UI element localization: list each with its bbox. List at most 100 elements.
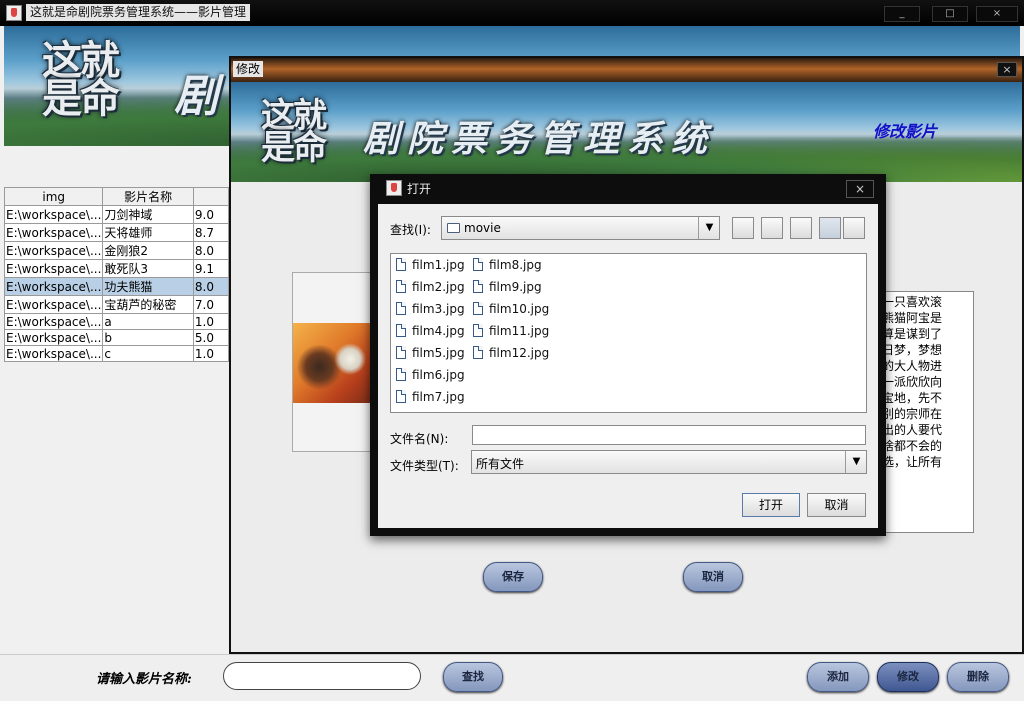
file-item[interactable]: film3.jpg <box>396 300 465 318</box>
edit-button[interactable]: 修改 <box>877 662 939 692</box>
cell-img[interactable]: E:\workspace\... <box>3 295 104 314</box>
cell-img[interactable]: E:\workspace\... <box>3 329 104 346</box>
cell-score[interactable]: 7.0 <box>192 295 230 314</box>
table-row[interactable]: E:\workspace\... a 1.0 <box>3 313 230 330</box>
main-titlebar: 这就是命剧院票务管理系统——影片管理 _ □ × <box>0 0 1024 26</box>
cell-img[interactable]: E:\workspace\... <box>3 241 104 260</box>
cell-score[interactable]: 9.1 <box>192 259 230 278</box>
java-icon <box>6 5 22 21</box>
file-item[interactable]: film9.jpg <box>473 278 542 296</box>
banner-title-char: 剧 <box>174 71 226 122</box>
file-icon <box>473 346 483 359</box>
file-list[interactable]: film1.jpg film2.jpg film3.jpg film4.jpg film… <box>390 253 867 413</box>
cell-img[interactable]: E:\workspace\... <box>3 277 104 296</box>
java-icon <box>386 180 402 196</box>
open-dialog-close-button[interactable]: × <box>846 180 874 198</box>
edit-banner-title: 剧院票务管理系统 <box>363 118 716 160</box>
close-button[interactable]: × <box>976 6 1018 22</box>
list-view-icon[interactable] <box>819 217 841 239</box>
up-folder-icon[interactable] <box>732 217 754 239</box>
lookin-combo[interactable]: movie ▼ <box>441 216 720 240</box>
cell-name[interactable]: 刀剑神域 <box>102 205 194 224</box>
table-row[interactable]: E:\workspace\... 金刚狼2 8.0 <box>3 241 230 260</box>
file-item[interactable]: film2.jpg <box>396 278 465 296</box>
cell-score[interactable]: 9.0 <box>192 205 230 224</box>
edit-window-title: 修改 <box>233 61 264 77</box>
description-textarea[interactable]: 要从一只喜欢滚话说熊猫阿宝是勉强算是谋到了着白日梦，梦想星级的大人物进平谷一派欣… <box>871 291 974 533</box>
maximize-button[interactable]: □ <box>932 6 968 22</box>
film-table[interactable]: img 影片名称 E:\workspace\... 刀剑神域 9.0 E:\works… <box>3 187 230 362</box>
edit-cancel-button[interactable]: 取消 <box>683 562 743 592</box>
cell-name[interactable]: 金刚狼2 <box>102 241 194 260</box>
chevron-down-icon[interactable]: ▼ <box>698 217 720 239</box>
cell-img[interactable]: E:\workspace\... <box>3 345 104 362</box>
file-name: film12.jpg <box>489 346 550 360</box>
table-row[interactable]: E:\workspace\... c 1.0 <box>3 345 230 362</box>
file-item[interactable]: film7.jpg <box>396 388 465 406</box>
table-row[interactable]: E:\workspace\... 敢死队3 9.1 <box>3 259 230 278</box>
add-button[interactable]: 添加 <box>807 662 869 692</box>
cell-score[interactable]: 8.0 <box>192 241 230 260</box>
file-name: film10.jpg <box>489 302 550 316</box>
edit-banner-subtitle: 修改影片 <box>873 122 938 141</box>
file-icon <box>396 258 406 271</box>
cell-img[interactable]: E:\workspace\... <box>3 259 104 278</box>
save-button[interactable]: 保存 <box>483 562 543 592</box>
cell-name[interactable]: 天将雄师 <box>102 223 194 242</box>
column-header-img[interactable]: img <box>3 187 104 206</box>
cell-name[interactable]: 宝葫芦的秘密 <box>102 295 194 314</box>
cell-score[interactable]: 8.7 <box>192 223 230 242</box>
edit-close-button[interactable]: × <box>997 62 1017 77</box>
file-name: film9.jpg <box>489 280 542 294</box>
file-item[interactable]: film10.jpg <box>473 300 549 318</box>
table-row[interactable]: E:\workspace\... 刀剑神域 9.0 <box>3 205 230 224</box>
home-icon[interactable] <box>761 217 783 239</box>
cell-name[interactable]: 功夫熊猫 <box>102 277 194 296</box>
chevron-down-icon[interactable]: ▼ <box>845 451 867 473</box>
cell-score[interactable]: 1.0 <box>192 313 230 330</box>
cell-score[interactable]: 5.0 <box>192 329 230 346</box>
filetype-combo[interactable]: 所有文件 ▼ <box>471 450 867 474</box>
filename-field[interactable] <box>472 425 866 445</box>
file-item[interactable]: film12.jpg <box>473 344 549 362</box>
table-row[interactable]: E:\workspace\... 宝葫芦的秘密 7.0 <box>3 295 230 314</box>
cell-img[interactable]: E:\workspace\... <box>3 223 104 242</box>
cell-name[interactable]: a <box>102 313 194 330</box>
column-header-name[interactable]: 影片名称 <box>102 187 194 206</box>
file-item[interactable]: film4.jpg <box>396 322 465 340</box>
filename-label: 文件名(N): <box>390 432 449 446</box>
details-view-icon[interactable] <box>843 217 865 239</box>
cell-img[interactable]: E:\workspace\... <box>3 205 104 224</box>
table-row[interactable]: E:\workspace\... 功夫熊猫 8.0 <box>3 277 230 296</box>
file-item[interactable]: film11.jpg <box>473 322 549 340</box>
open-button[interactable]: 打开 <box>742 493 800 517</box>
search-button[interactable]: 查找 <box>443 662 503 692</box>
cell-img[interactable]: E:\workspace\... <box>3 313 104 330</box>
delete-button[interactable]: 删除 <box>947 662 1009 692</box>
file-item[interactable]: film8.jpg <box>473 256 542 274</box>
cell-name[interactable]: b <box>102 329 194 346</box>
file-item[interactable]: film5.jpg <box>396 344 465 362</box>
column-header-score[interactable] <box>192 187 230 206</box>
description-line: 师级别的宗师在 <box>872 407 943 421</box>
table-row[interactable]: E:\workspace\... 天将雄师 8.7 <box>3 223 230 242</box>
table-row[interactable]: E:\workspace\... b 5.0 <box>3 329 230 346</box>
description-line: 着白日梦，梦想 <box>872 343 943 357</box>
cell-name[interactable]: c <box>102 345 194 362</box>
new-folder-icon[interactable] <box>790 217 812 239</box>
open-dialog-body: 查找(I): movie ▼ film1.jpg film2.jpg film3.j… <box>378 204 878 528</box>
file-item[interactable]: film6.jpg <box>396 366 465 384</box>
cell-score[interactable]: 8.0 <box>192 277 230 296</box>
cell-name[interactable]: 敢死队3 <box>102 259 194 278</box>
open-dialog-cancel-button[interactable]: 取消 <box>807 493 866 517</box>
description-line: 要从一只喜欢滚 <box>872 295 943 309</box>
file-icon <box>396 390 406 403</box>
cell-score[interactable]: 1.0 <box>192 345 230 362</box>
minimize-button[interactable]: _ <box>884 6 920 22</box>
file-name: film11.jpg <box>489 324 550 338</box>
description-line: 话说熊猫阿宝是 <box>872 311 943 325</box>
file-item[interactable]: film1.jpg <box>396 256 465 274</box>
file-icon <box>473 302 483 315</box>
search-input[interactable] <box>223 662 421 690</box>
edit-banner: 这就 是命 剧院票务管理系统 修改影片 <box>231 82 1022 182</box>
